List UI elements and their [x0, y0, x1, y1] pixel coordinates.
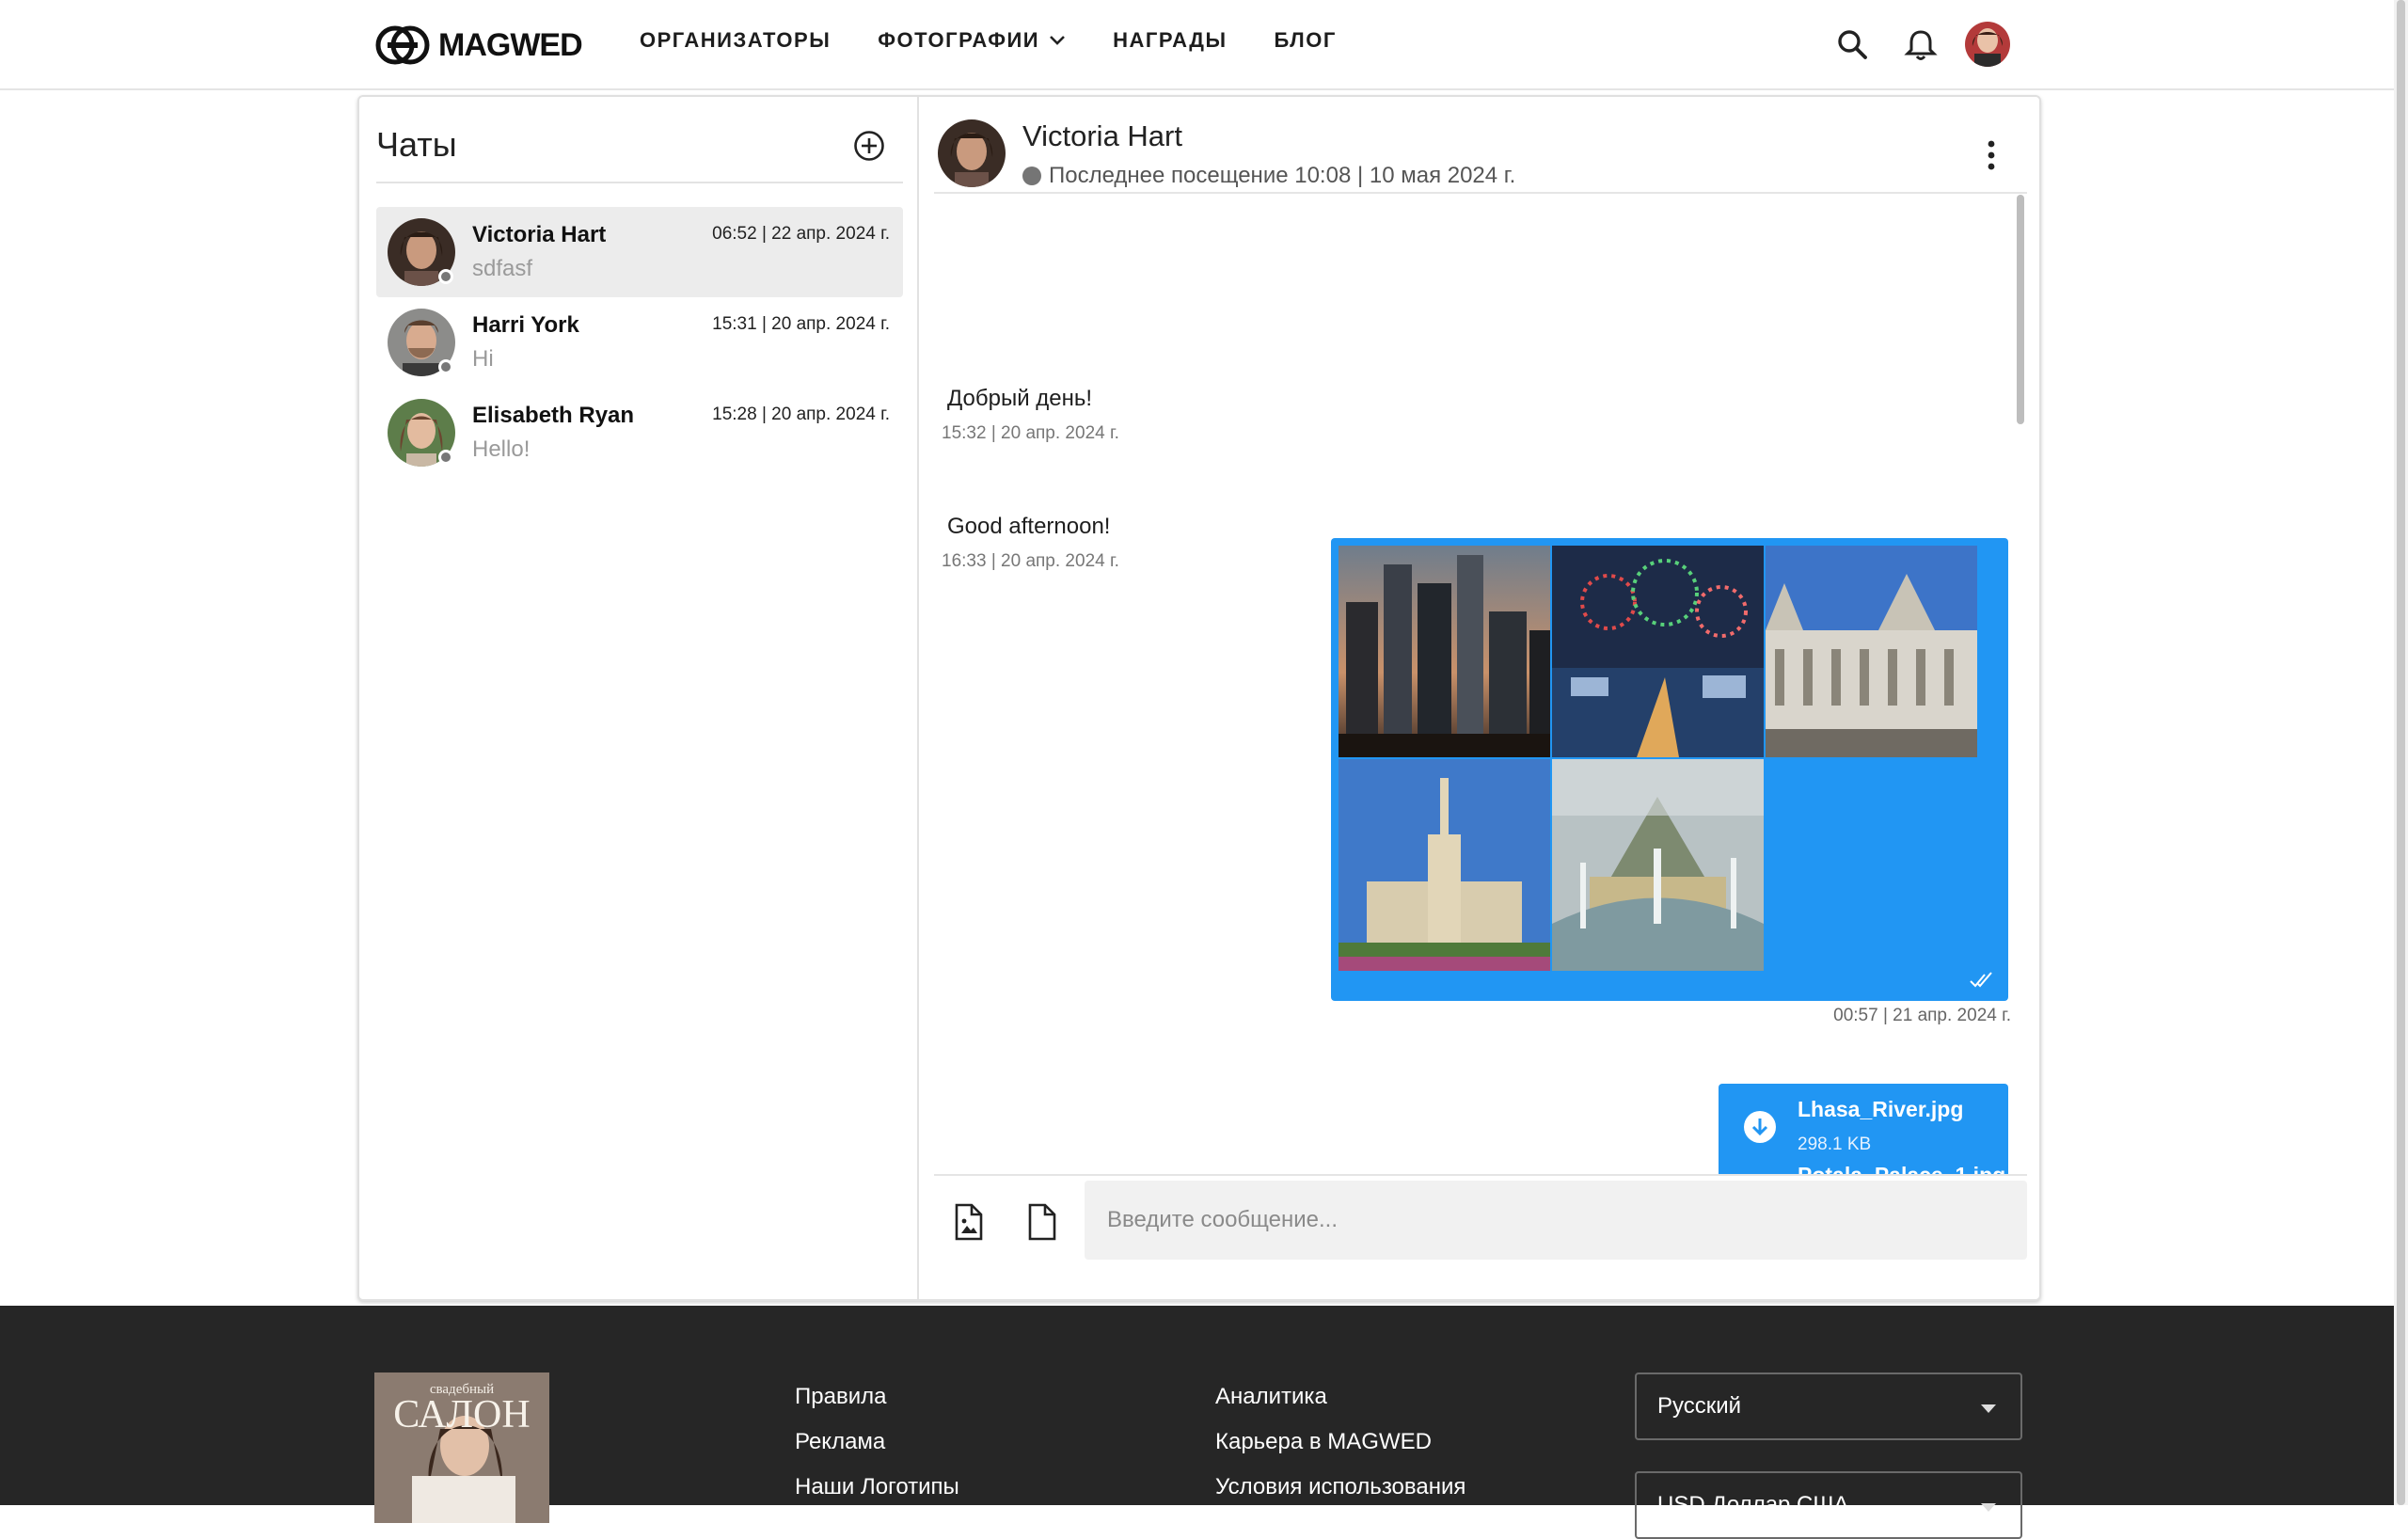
contact-last-seen: Последнее посещение 10:08 | 10 мая 2024 …	[1022, 163, 1515, 189]
footer-link-terms[interactable]: Условия использования	[1215, 1471, 1465, 1516]
footer: свадебный САЛОН Правила Реклама Наши Лог…	[0, 1306, 2394, 1539]
photo-fireworks[interactable]	[1552, 546, 1764, 757]
footer-link-rules[interactable]: Правила	[795, 1381, 959, 1426]
currency-value: USD Доллар США	[1657, 1492, 1849, 1517]
chat-time: 06:52 | 22 апр. 2024 г.	[712, 224, 890, 244]
footer-link-ads[interactable]: Реклама	[795, 1426, 959, 1471]
chat-name: Harri York	[472, 312, 579, 338]
last-seen-text: Последнее посещение 10:08 | 10 мая 2024 …	[1049, 163, 1516, 188]
nav-organizers[interactable]: ОРГАНИЗАТОРЫ	[640, 28, 831, 53]
file-name: Potala_Palace_1.jpg	[1798, 1163, 2005, 1174]
image-file-icon[interactable]	[951, 1203, 985, 1241]
footer-links-col-2: Аналитика Карьера в MAGWED Условия испол…	[1215, 1381, 1465, 1516]
chat-card: Чаты Victoria Hart sdfasf 06:52 | 22 апр…	[357, 95, 2041, 1301]
contact-name: Victoria Hart	[1022, 119, 1182, 152]
main-nav: ОРГАНИЗАТОРЫ ФОТОГРАФИИ НАГРАДЫ БЛОГ	[640, 28, 1384, 53]
chat-item-victoria-hart[interactable]: Victoria Hart sdfasf 06:52 | 22 апр. 202…	[376, 207, 903, 297]
message-time: 00:57 | 21 апр. 2024 г.	[1833, 1006, 2011, 1025]
file-message[interactable]: Lhasa_River.jpg 298.1 KB Potala_Palace_1…	[1719, 1084, 2008, 1174]
chat-last-message: Hello!	[472, 436, 531, 462]
magazine-cover[interactable]: свадебный САЛОН	[374, 1372, 549, 1523]
nav-photos-label: ФОТОГРАФИИ	[878, 28, 1040, 52]
file-name: Lhasa_River.jpg	[1798, 1097, 1964, 1121]
divider	[934, 1174, 2027, 1176]
contact-avatar[interactable]	[938, 119, 1006, 187]
chat-list-panel: Чаты Victoria Hart sdfasf 06:52 | 22 апр…	[359, 97, 919, 1299]
chat-item-elisabeth-ryan[interactable]: Elisabeth Ryan Hello! 15:28 | 20 апр. 20…	[376, 388, 903, 478]
photo-moscow-city[interactable]	[1339, 546, 1550, 757]
conversation-panel: Victoria Hart Последнее посещение 10:08 …	[921, 97, 2039, 1299]
footer-link-analytics[interactable]: Аналитика	[1215, 1381, 1465, 1426]
file-icon[interactable]	[1024, 1203, 1058, 1241]
footer-link-careers[interactable]: Карьера в MAGWED	[1215, 1426, 1465, 1471]
chat-time: 15:31 | 20 апр. 2024 г.	[712, 314, 890, 334]
chat-item-harri-york[interactable]: Harri York Hi 15:31 | 20 апр. 2024 г.	[376, 297, 903, 388]
image-album-message	[1331, 538, 2008, 1001]
offline-status-dot	[438, 269, 453, 284]
dropdown-arrow-icon	[1981, 1404, 1996, 1413]
chevron-down-icon	[1050, 36, 1066, 45]
dropdown-arrow-icon	[1981, 1503, 1996, 1512]
divider	[376, 182, 903, 183]
download-icon[interactable]	[1743, 1110, 1777, 1144]
message-text: Добрый день!	[947, 386, 1093, 411]
currency-select[interactable]: USD Доллар США	[1635, 1471, 2022, 1539]
message-time: 15:32 | 20 апр. 2024 г.	[942, 423, 1119, 443]
page-scrollbar[interactable]	[2394, 0, 2408, 1505]
double-check-icon	[1970, 972, 1992, 988]
message-time: 16:33 | 20 апр. 2024 г.	[942, 551, 1119, 571]
search-icon[interactable]	[1834, 26, 1872, 64]
chat-time: 15:28 | 20 апр. 2024 г.	[712, 405, 890, 424]
brand-logo[interactable]: MAGWED	[374, 24, 583, 66]
bell-icon[interactable]	[1902, 26, 1940, 64]
offline-status-dot	[438, 450, 453, 465]
page-scrollbar-thumb[interactable]	[2397, 0, 2405, 1505]
chat-name: Elisabeth Ryan	[472, 403, 635, 428]
user-avatar[interactable]	[1965, 22, 2010, 67]
chat-last-message: sdfasf	[472, 256, 533, 281]
logo-mark-icon	[375, 25, 430, 65]
chat-name: Victoria Hart	[472, 222, 607, 247]
photo-fountain[interactable]	[1552, 759, 1764, 971]
language-value: Русский	[1657, 1393, 1742, 1419]
divider	[934, 192, 2027, 194]
more-vert-icon[interactable]	[1982, 138, 2001, 172]
chat-last-message: Hi	[472, 346, 494, 372]
status-dot	[1022, 167, 1041, 185]
message-input[interactable]: Введите сообщение...	[1085, 1181, 2027, 1260]
nav-photos[interactable]: ФОТОГРАФИИ	[878, 28, 1066, 53]
magazine-title: САЛОН	[393, 1393, 530, 1436]
brand-name: MAGWED	[438, 26, 583, 63]
chats-heading: Чаты	[376, 125, 457, 164]
nav-blog[interactable]: БЛОГ	[1275, 28, 1337, 53]
nav-awards[interactable]: НАГРАДЫ	[1113, 28, 1227, 53]
footer-links-col-1: Правила Реклама Наши Логотипы	[795, 1381, 959, 1516]
messages-scrollbar[interactable]	[2017, 195, 2024, 424]
add-circle-icon[interactable]	[852, 129, 886, 163]
photo-msu-building[interactable]	[1339, 759, 1550, 971]
footer-link-logos[interactable]: Наши Логотипы	[795, 1471, 959, 1516]
photo-gum-building[interactable]	[1766, 546, 1977, 757]
message-text: Good afternoon!	[947, 514, 1111, 539]
top-navigation-bar: MAGWED ОРГАНИЗАТОРЫ ФОТОГРАФИИ НАГРАДЫ Б…	[0, 0, 2394, 90]
file-size: 298.1 KB	[1798, 1134, 1872, 1154]
offline-status-dot	[438, 359, 453, 374]
language-select[interactable]: Русский	[1635, 1372, 2022, 1440]
